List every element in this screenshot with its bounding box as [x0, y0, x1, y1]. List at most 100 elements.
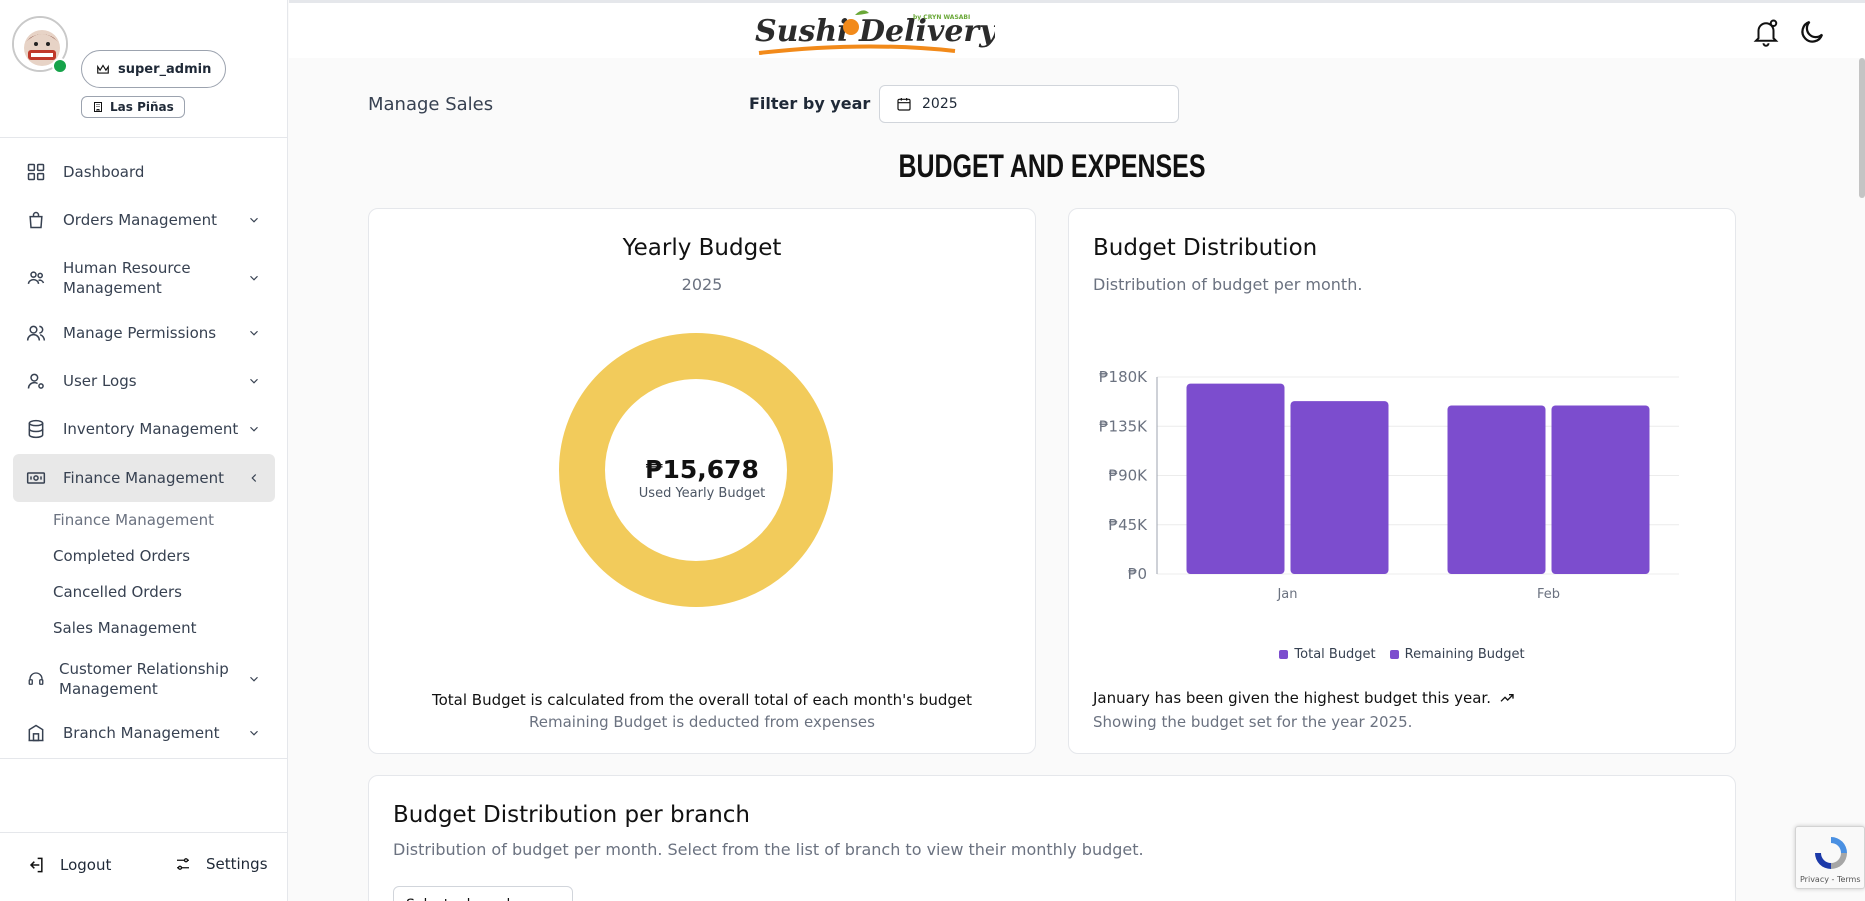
users-gear-icon	[25, 267, 47, 289]
branch-select-dropdown[interactable]: Select a branch	[393, 886, 573, 901]
donut-center-caption: Used Yearly Budget	[638, 486, 766, 501]
shopping-bag-icon	[25, 209, 47, 231]
x-tick-label: Feb	[1537, 587, 1560, 602]
chevron-down-icon	[250, 730, 258, 736]
chevron-down-icon	[250, 378, 258, 384]
notifications-button[interactable]	[1751, 17, 1781, 47]
yearly-budget-year: 2025	[681, 275, 723, 294]
legend-item-total-budget[interactable]: Total Budget	[1279, 647, 1376, 662]
nav-customer-relationship[interactable]: Customer Relationship Management	[13, 658, 275, 700]
recaptcha-icon	[1815, 837, 1847, 869]
page-label: Manage Sales	[368, 94, 494, 115]
users-icon	[25, 322, 47, 344]
app: super_admin Las Piñas Dashboard Orders M…	[0, 0, 1865, 901]
chevron-left-icon	[251, 474, 257, 482]
nav-user-logs[interactable]: User Logs	[13, 366, 275, 396]
bar-feb-remaining-budget[interactable]	[1551, 405, 1650, 574]
subnav-cancelled-orders[interactable]: Cancelled Orders	[53, 583, 182, 601]
y-tick-label: ₱180K	[1099, 368, 1148, 386]
sidebar: super_admin Las Piñas Dashboard Orders M…	[0, 0, 288, 901]
nav-dashboard[interactable]: Dashboard	[13, 157, 275, 187]
user-cog-icon	[25, 370, 47, 392]
bar-feb-total-budget[interactable]	[1447, 405, 1546, 574]
section-title: BUDGET AND EXPENSES	[898, 148, 1206, 184]
moon-icon	[1801, 20, 1824, 43]
yearly-budget-note: Total Budget is calculated from the over…	[432, 691, 972, 709]
chart-legend: Total Budget Remaining Budget	[1069, 647, 1735, 662]
building-icon	[94, 102, 102, 112]
bar-jan-remaining-budget[interactable]	[1290, 401, 1389, 574]
chevron-down-icon	[250, 330, 258, 336]
budget-distribution-note-text: January has been given the highest budge…	[1093, 689, 1491, 707]
subnav-completed-orders[interactable]: Completed Orders	[53, 547, 190, 565]
recaptcha-links[interactable]: Privacy - Terms	[1800, 875, 1861, 884]
y-tick-label: ₱0	[1128, 565, 1147, 583]
role-badge[interactable]: super_admin	[81, 50, 227, 88]
bar-jan-total-budget[interactable]	[1186, 383, 1285, 574]
nav-human-resource[interactable]: Human Resource Management	[13, 257, 275, 299]
nav-dashboard-label: Dashboard	[63, 163, 145, 181]
year-filter-input[interactable]: 2025	[879, 85, 1179, 123]
nav-customer-relationship-label: Customer Relationship Management	[59, 660, 229, 698]
donut-center-value: ₱15,678	[645, 455, 759, 484]
bell-icon	[1753, 19, 1779, 47]
logout-button[interactable]: Logout	[26, 855, 111, 875]
yearly-budget-subnote: Remaining Budget is deducted from expens…	[529, 713, 875, 731]
legend-swatch	[1279, 650, 1289, 659]
crown-icon	[97, 64, 109, 74]
y-tick-label: ₱90K	[1109, 467, 1149, 485]
legend-label: Total Budget	[1294, 647, 1376, 662]
chevron-down-icon	[250, 426, 258, 432]
budget-distribution-subtitle: Distribution of budget per month.	[1093, 275, 1363, 294]
y-tick-label: ₱45K	[1109, 516, 1149, 534]
page-scrollbar[interactable]	[1859, 58, 1865, 198]
yearly-budget-card: Yearly Budget 2025 ₱15,678 Used Yearly B…	[368, 208, 1036, 754]
filter-year-label: Filter by year	[749, 94, 871, 113]
recaptcha-badge[interactable]: Privacy - Terms	[1795, 826, 1865, 889]
budget-distribution-note: January has been given the highest budge…	[1093, 689, 1515, 707]
nav-branch-management[interactable]: Branch Management	[13, 718, 275, 748]
chevron-down-icon	[250, 275, 258, 281]
theme-toggle-button[interactable]	[1797, 17, 1827, 47]
sliders-icon	[177, 858, 189, 870]
banknote-icon	[25, 467, 47, 489]
calendar-icon	[897, 98, 911, 111]
sidebar-divider	[0, 758, 288, 759]
nav-orders-label: Orders Management	[63, 211, 218, 229]
headset-icon	[25, 668, 47, 690]
subnav-sales-management[interactable]: Sales Management	[53, 619, 197, 637]
brand-logo[interactable]: Sushi Delivery by CRYN WASABI	[755, 7, 999, 61]
nav-manage-permissions[interactable]: Manage Permissions	[13, 318, 275, 348]
nav-finance-label: Finance Management	[63, 469, 224, 487]
branch-budget-subtitle: Distribution of budget per month. Select…	[393, 840, 1144, 859]
budget-bar-chart[interactable]: ₱0 ₱45K ₱90K ₱135K ₱180K Jan Feb	[1069, 344, 1737, 604]
logout-icon	[29, 857, 43, 873]
top-bar: Sushi Delivery by CRYN WASABI	[289, 0, 1865, 58]
role-label: super_admin	[118, 61, 212, 77]
nav-branch-label: Branch Management	[63, 724, 220, 742]
profile-section: super_admin Las Piñas	[0, 0, 288, 138]
x-tick-label: Jan	[1276, 587, 1297, 602]
settings-button[interactable]: Settings	[174, 855, 268, 873]
building-icon	[25, 722, 47, 744]
yearly-budget-title: Yearly Budget	[622, 235, 782, 261]
legend-swatch	[1389, 650, 1399, 659]
branch-budget-card: Budget Distribution per branch Distribut…	[368, 775, 1736, 901]
branch-badge[interactable]: Las Piñas	[81, 96, 185, 118]
budget-distribution-title: Budget Distribution	[1093, 235, 1318, 261]
legend-item-remaining-budget[interactable]: Remaining Budget	[1389, 647, 1525, 662]
trending-up-icon	[1500, 694, 1514, 702]
grid-icon	[25, 161, 47, 183]
budget-distribution-card: Budget Distribution Distribution of budg…	[1068, 208, 1736, 754]
nav-manage-permissions-label: Manage Permissions	[63, 324, 217, 342]
nav-orders-management[interactable]: Orders Management	[13, 205, 275, 235]
online-status-indicator	[52, 58, 68, 74]
nav-user-logs-label: User Logs	[63, 372, 137, 390]
nav-inventory-management[interactable]: Inventory Management	[13, 414, 275, 444]
subnav-finance-management[interactable]: Finance Management	[53, 511, 214, 529]
branch-budget-title: Budget Distribution per branch	[393, 802, 750, 828]
settings-label: Settings	[206, 855, 268, 873]
nav-finance-management[interactable]: Finance Management	[13, 454, 275, 502]
y-tick-label: ₱135K	[1099, 417, 1148, 435]
database-icon	[25, 418, 47, 440]
